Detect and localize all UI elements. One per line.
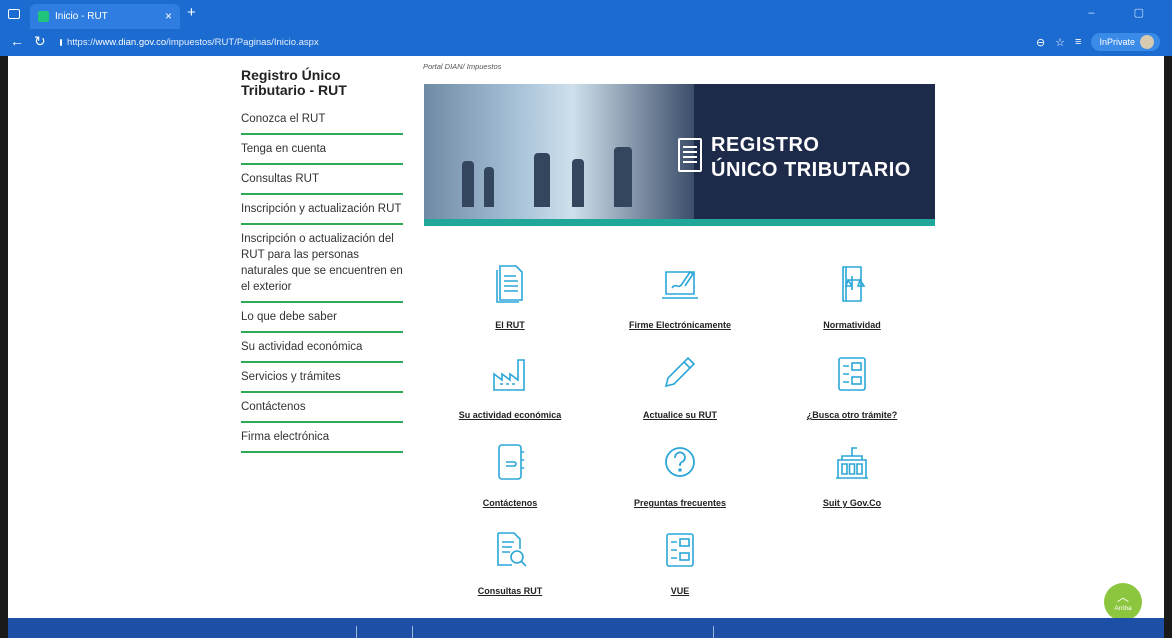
card-el-rut[interactable]: El RUT (430, 262, 590, 330)
new-tab-button[interactable]: + (187, 4, 196, 21)
card-preguntas-frecuentes[interactable]: Preguntas frecuentes (600, 440, 760, 508)
card-busca-otro-tramite[interactable]: ¿Busca otro trámite? (772, 352, 932, 420)
document-icon (496, 265, 523, 303)
banner-title-line2: ÚNICO TRIBUTARIO (711, 159, 911, 181)
card-actividad-economica[interactable]: Su actividad económica (430, 352, 590, 420)
sidebar-item-servicios-tramites[interactable]: Servicios y trámites (241, 363, 403, 393)
favicon-icon (38, 11, 49, 22)
notebook-icon (498, 444, 524, 480)
rut-banner: REGISTRO ÚNICO TRIBUTARIO (424, 84, 935, 226)
pencil-icon (664, 356, 696, 388)
banner-photo (424, 84, 694, 219)
banner-title-line1: REGISTRO (711, 134, 820, 156)
law-book-icon (842, 266, 866, 302)
banner-stripe (424, 219, 935, 226)
card-label: Actualice su RUT (642, 410, 718, 420)
avatar (1140, 35, 1154, 49)
sidebar-item-inscripcion-actualizacion[interactable]: Inscripción y actualización RUT (241, 195, 403, 225)
sidebar-item-lo-que-debe-saber[interactable]: Lo que debe saber (241, 303, 403, 333)
card-label: Contáctenos (482, 498, 538, 508)
card-label: Firme Electrónicamente (628, 320, 732, 330)
sidebar-item-tenga-en-cuenta[interactable]: Tenga en cuenta (241, 135, 403, 165)
scroll-top-label: Arriba (1114, 605, 1132, 612)
inprivate-badge[interactable]: InPrivate (1091, 33, 1160, 51)
footer (8, 618, 1164, 638)
card-label: El RUT (495, 320, 525, 330)
card-actualice-rut[interactable]: Actualice su RUT (600, 352, 760, 420)
lock-icon (60, 39, 62, 46)
footer-divider (356, 626, 357, 638)
sidebar-item-actividad-economica[interactable]: Su actividad económica (241, 333, 403, 363)
factory-icon (493, 359, 525, 391)
favorites-list-icon[interactable]: ≡ (1075, 36, 1081, 48)
card-consultas-rut[interactable]: Consultas RUT (430, 528, 590, 596)
inprivate-label: InPrivate (1099, 37, 1135, 47)
sidebar-item-consultas-rut[interactable]: Consultas RUT (241, 165, 403, 195)
browser-tab[interactable]: Inicio - RUT × (30, 4, 180, 29)
reload-icon[interactable]: ↻ (34, 33, 46, 50)
address-bar-actions: ⊖ ☆ ≡ InPrivate (1036, 33, 1160, 51)
document-search-icon (497, 532, 527, 567)
card-firme-electronicamente[interactable]: Firme Electrónicamente (600, 262, 760, 330)
tab-close-icon[interactable]: × (165, 9, 172, 23)
building-icon (836, 447, 868, 479)
card-label: Normatividad (823, 320, 881, 330)
form-icon (838, 357, 866, 391)
zoom-icon[interactable]: ⊖ (1036, 36, 1045, 49)
tab-title: Inicio - RUT (55, 11, 108, 22)
window-edge-left (0, 56, 8, 638)
sidebar-item-inscripcion-exterior[interactable]: Inscripción o actualización del RUT para… (241, 225, 403, 303)
sidebar-item-conozca-rut[interactable]: Conozca el RUT (241, 105, 403, 135)
question-icon (665, 447, 695, 477)
sidebar-item-firma-electronica[interactable]: Firma electrónica (241, 423, 403, 453)
url-path: /impuestos/RUT/Paginas/Inicio.aspx (166, 37, 319, 48)
window-controls[interactable]: – ▢ (1088, 6, 1162, 19)
card-contactenos[interactable]: Contáctenos (430, 440, 590, 508)
breadcrumb[interactable]: Portal DIAN/ Impuestos (423, 62, 501, 71)
card-label: Consultas RUT (477, 586, 543, 596)
card-label: ¿Busca otro trámite? (806, 410, 898, 420)
chevron-up-icon: ︿ (1116, 590, 1129, 604)
card-label: Su actividad económica (458, 410, 562, 420)
window-menu-icon[interactable] (8, 9, 20, 19)
url-field[interactable]: https://www.dian.gov.co/impuestos/RUT/Pa… (54, 33, 319, 52)
document-icon (678, 138, 702, 172)
favorite-star-icon[interactable]: ☆ (1055, 36, 1065, 49)
laptop-signature-icon (662, 270, 698, 299)
footer-divider (412, 626, 413, 638)
browser-tab-bar: Inicio - RUT × + – ▢ (0, 0, 1172, 29)
sidebar-title: Registro Único Tributario - RUT (241, 67, 347, 98)
footer-divider (713, 626, 714, 638)
address-bar: ← ↻ https://www.dian.gov.co/impuestos/RU… (0, 29, 1172, 56)
url-prefix: https:// (67, 37, 96, 48)
form-icon (666, 533, 694, 567)
sidebar-nav: Registro Único Tributario - RUT Conozca … (241, 68, 403, 453)
scroll-top-button[interactable]: ︿ Arriba (1104, 583, 1142, 621)
card-suit-gov-co[interactable]: Suit y Gov.Co (772, 440, 932, 508)
window-edge-right (1164, 56, 1172, 638)
url-domain: www.dian.gov.co (95, 37, 167, 48)
card-normatividad[interactable]: Normatividad (772, 262, 932, 330)
back-arrow-icon[interactable]: ← (10, 33, 24, 49)
card-vue[interactable]: VUE (600, 528, 760, 596)
sidebar-item-contactenos[interactable]: Contáctenos (241, 393, 403, 423)
card-label: Preguntas frecuentes (633, 498, 727, 508)
card-label: Suit y Gov.Co (822, 498, 882, 508)
card-label: VUE (670, 586, 690, 596)
page-content: Registro Único Tributario - RUT Conozca … (8, 56, 1164, 618)
